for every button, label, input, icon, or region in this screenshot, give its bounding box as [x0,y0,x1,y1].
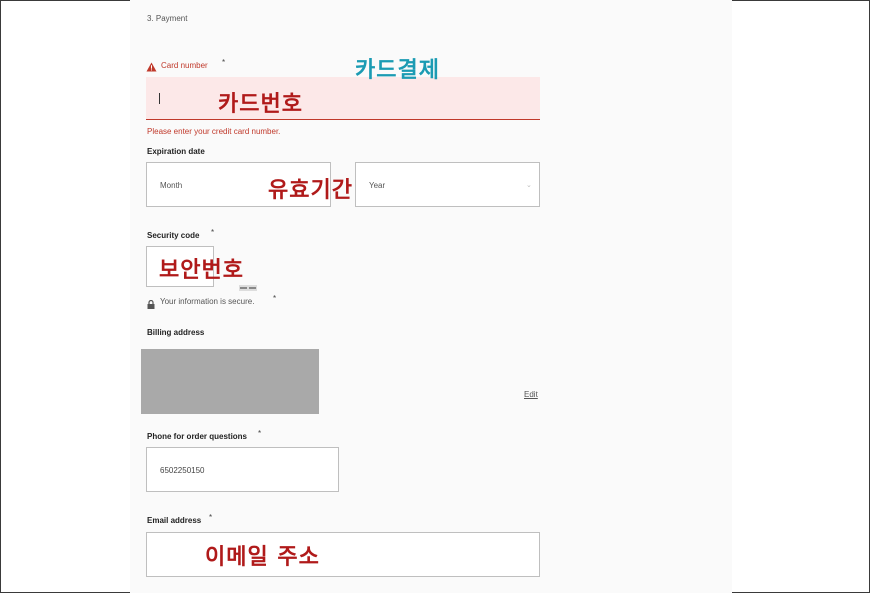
card-number-input[interactable] [146,77,540,120]
expiration-year-select[interactable]: Year ⌄ [355,162,540,207]
expiration-label: Expiration date [147,147,205,156]
annotation-card-payment: 카드결제 [355,58,440,83]
section-title: 3. Payment [147,14,188,23]
text-cursor [159,93,160,104]
annotation-email: 이메일 주소 [205,545,320,570]
lock-icon [147,296,155,309]
phone-required-mark: * [258,429,262,438]
phone-label: Phone for order questions [147,432,248,441]
chevron-down-icon: ⌄ [526,182,532,189]
year-placeholder: Year [369,181,386,190]
billing-address-label: Billing address [147,328,205,337]
card-number-error: Please enter your credit card number. [147,127,281,136]
annotation-security-code: 보안번호 [159,258,244,283]
secure-required-mark: * [273,294,277,303]
phone-input[interactable]: 6502250150 [146,447,339,492]
annotation-expiry: 유효기간 [268,178,353,203]
card-required-mark: * [222,58,226,67]
warning-icon [146,59,157,72]
security-code-label: Security code [147,231,200,240]
card-number-label: Card number [161,61,208,70]
email-required-mark: * [209,513,213,522]
security-required-mark: * [211,228,215,237]
month-placeholder: Month [160,181,183,190]
email-label: Email address [147,516,202,525]
billing-address-redacted [141,349,319,414]
secure-note: Your information is secure. [160,297,255,306]
annotation-card-number: 카드번호 [218,92,303,117]
edit-billing-link[interactable]: Edit [524,390,538,399]
phone-value: 6502250150 [160,466,205,475]
